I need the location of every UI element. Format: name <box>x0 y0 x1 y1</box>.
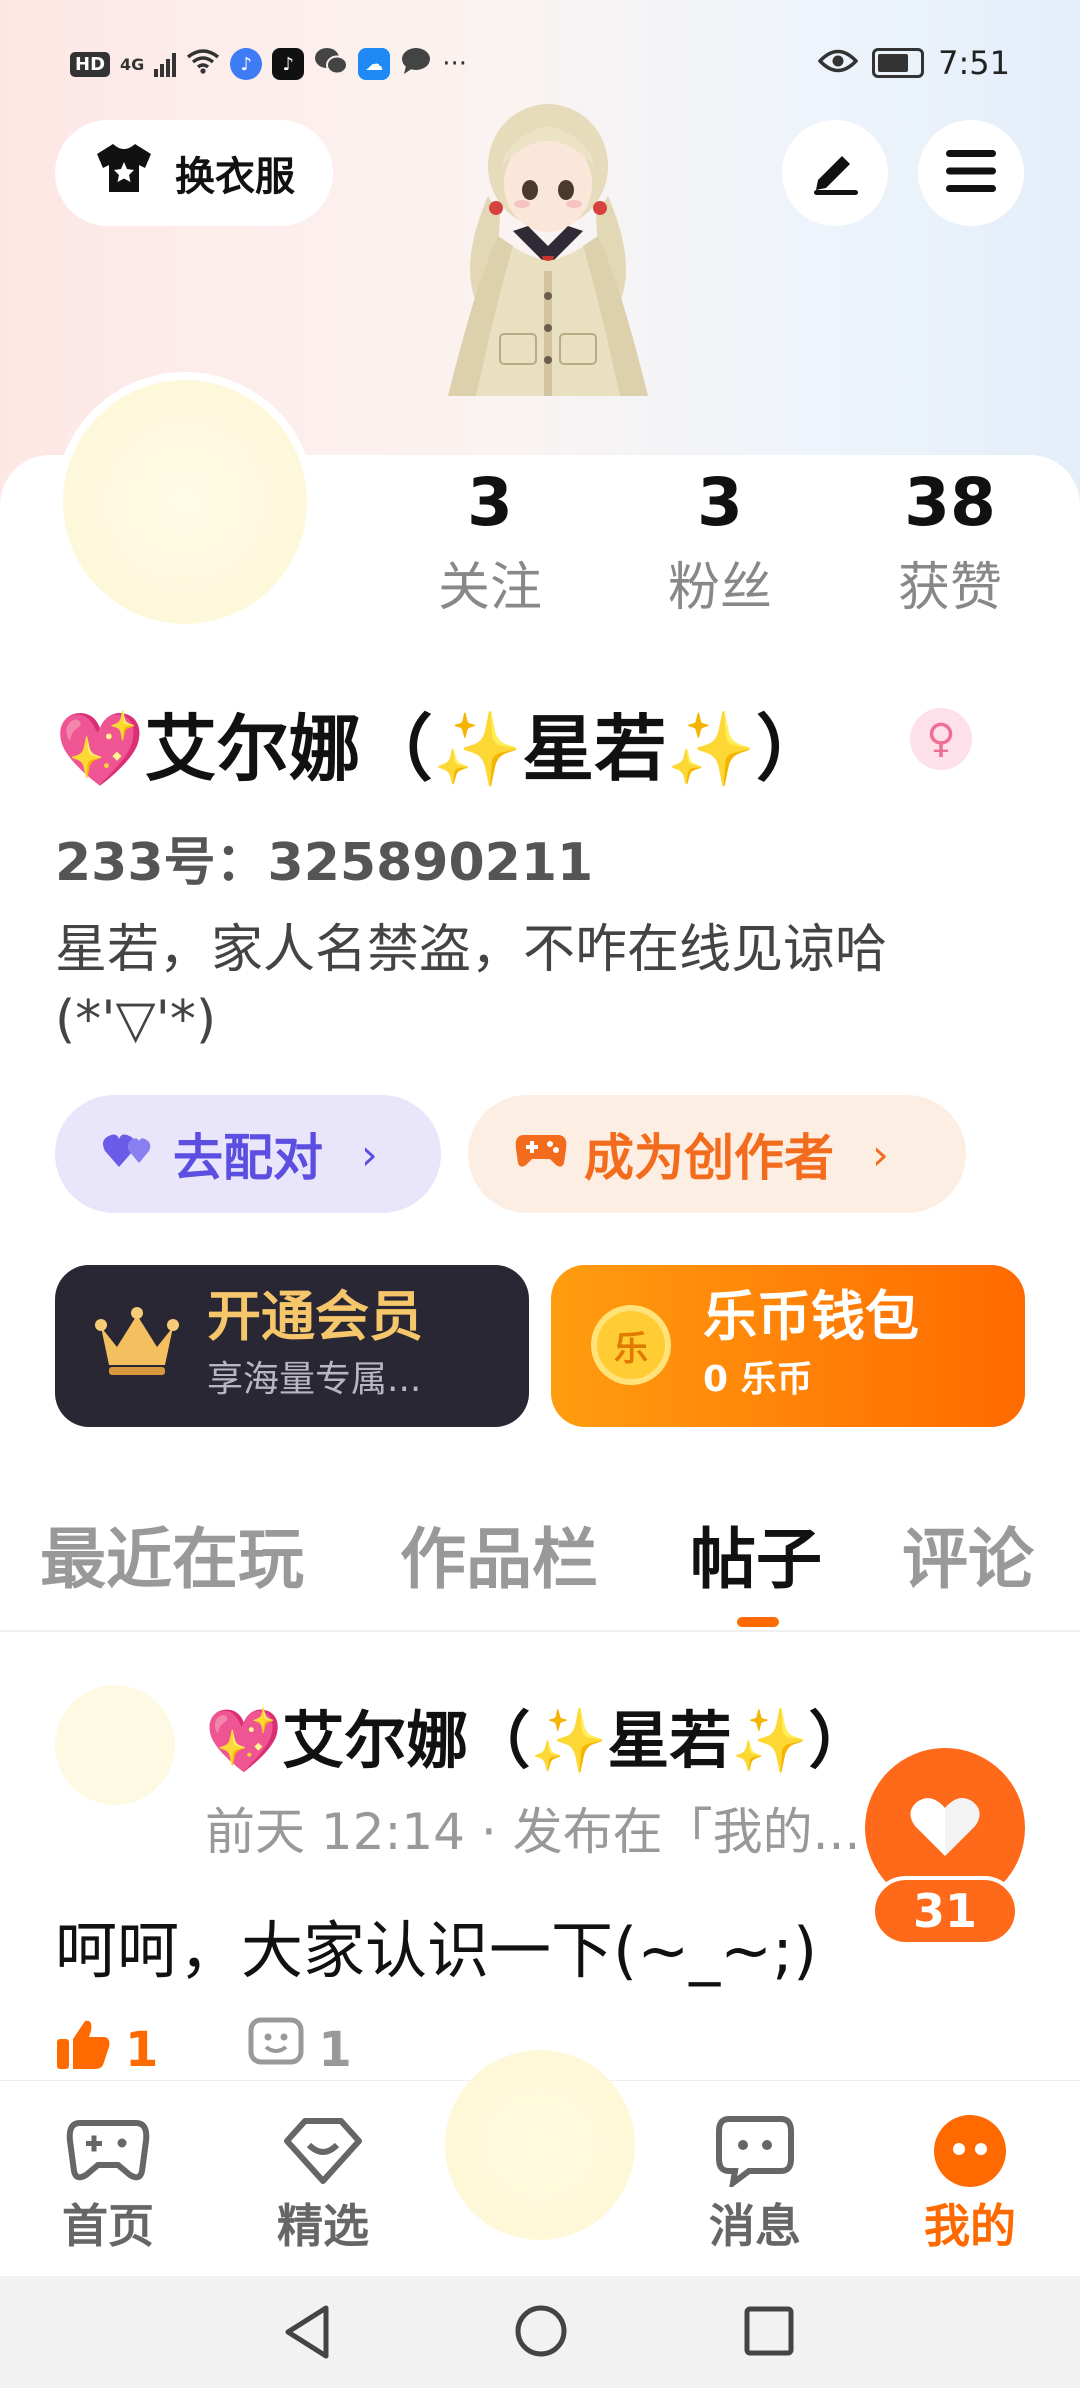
wallet-balance: 0 乐币 <box>703 1359 813 1400</box>
cloud-app-icon: ☁ <box>358 48 391 80</box>
profile-name: 💖艾尔娜（✨星若✨） <box>55 707 828 791</box>
floating-like-count: 31 <box>871 1876 1019 1946</box>
coin-wallet-card[interactable]: 乐 乐币钱包 0 乐币 <box>551 1265 1025 1427</box>
stat-likes[interactable]: 38 获赞 <box>850 458 1050 628</box>
vip-title: 开通会员 <box>207 1285 423 1348</box>
nav-home[interactable]: 首页 <box>28 2111 188 2261</box>
gamepad-icon <box>514 1125 568 1183</box>
music-app-icon: ♪ <box>230 48 263 80</box>
change-outfit-label: 换衣服 <box>175 154 295 200</box>
tab-posts[interactable]: 帖子 <box>690 1510 822 1610</box>
creator-chevron-icon: › <box>872 1129 889 1179</box>
fans-count: 3 <box>697 464 743 541</box>
nav-featured-label: 精选 <box>277 2199 369 2253</box>
stat-following[interactable]: 3 关注 <box>390 458 590 628</box>
home-icon[interactable] <box>514 2304 568 2362</box>
nav-messages[interactable]: 消息 <box>675 2111 835 2261</box>
avatar-character-illustration <box>418 96 678 456</box>
chat-bubble-nav-icon <box>675 2111 835 2191</box>
eye-icon <box>817 44 859 82</box>
tiktok-app-icon: ♪ <box>272 48 305 80</box>
wifi-icon <box>186 48 220 80</box>
user-id[interactable]: 233号：325890211 <box>55 820 593 895</box>
wallet-title: 乐币钱包 <box>703 1285 919 1348</box>
tabs-divider <box>0 1630 1080 1632</box>
profile-tabs: 最近在玩 作品栏 帖子 评论 <box>0 1510 1080 1630</box>
nav-home-label: 首页 <box>62 2199 154 2253</box>
signal-icon <box>154 51 177 77</box>
vip-subtitle: 享海量专属... <box>207 1359 422 1400</box>
profile-bio: 星若，家人名禁盗，不咋在线见谅哈(*'▽'*) <box>55 920 888 1050</box>
hearts-icon <box>101 1125 157 1183</box>
heart-icon <box>909 1794 981 1862</box>
post-like-button[interactable]: 1 <box>55 2020 158 2080</box>
become-creator-label: 成为创作者 <box>584 1129 834 1187</box>
post-content[interactable]: 呵呵，大家认识一下(~_~;) <box>55 1900 817 1990</box>
change-outfit-button[interactable]: 换衣服 <box>55 120 333 226</box>
hd-indicator: HD <box>70 51 111 77</box>
likes-count: 38 <box>904 464 996 541</box>
post-author-avatar[interactable] <box>55 1685 175 1805</box>
following-count: 3 <box>467 464 513 541</box>
back-icon[interactable] <box>282 2304 332 2364</box>
post-meta: 前天 12:14 · 发布在「我的... <box>205 1803 861 1861</box>
nav-featured[interactable]: 精选 <box>243 2111 403 2261</box>
post-author-name[interactable]: 💖艾尔娜（✨星若✨） <box>205 1690 871 1780</box>
wechat-app-icon <box>314 46 349 82</box>
thumbs-up-icon <box>55 2017 111 2083</box>
recent-apps-icon[interactable] <box>744 2306 794 2360</box>
active-tab-indicator <box>737 1617 779 1627</box>
status-right: 7:51 <box>817 44 1010 82</box>
post-actions: 1 1 <box>55 2017 352 2083</box>
center-avatar-button[interactable] <box>445 2050 635 2240</box>
floating-like-button[interactable]: 31 <box>865 1748 1025 1948</box>
become-creator-button[interactable]: 成为创作者 › <box>468 1095 966 1213</box>
status-left: HD 4G ♪ ♪ ☁ ··· <box>70 46 467 82</box>
smiley-nav-icon <box>890 2111 1050 2191</box>
fans-label: 粉丝 <box>667 558 772 618</box>
system-navigation-bar <box>0 2276 1080 2388</box>
crown-icon <box>95 1307 179 1383</box>
post-comment-button[interactable]: 1 <box>248 2017 352 2083</box>
gamepad-nav-icon <box>28 2111 188 2191</box>
stat-fans[interactable]: 3 粉丝 <box>620 458 820 628</box>
match-label: 去配对 <box>173 1129 323 1187</box>
tab-recently-played[interactable]: 最近在玩 <box>40 1510 304 1610</box>
vip-membership-card[interactable]: 开通会员 享海量专属... <box>55 1265 529 1427</box>
comment-icon <box>248 2017 304 2083</box>
menu-button[interactable] <box>918 120 1024 226</box>
following-label: 关注 <box>437 558 542 618</box>
female-gender-icon: ♀ <box>910 708 972 770</box>
more-notifications: ··· <box>442 49 468 79</box>
message-app-icon <box>400 46 432 82</box>
tab-comments[interactable]: 评论 <box>902 1510 1034 1610</box>
clock: 7:51 <box>938 44 1010 82</box>
nav-me[interactable]: 我的 <box>890 2111 1050 2261</box>
nav-me-label: 我的 <box>924 2199 1016 2253</box>
tshirt-icon <box>93 140 155 206</box>
heart-box-nav-icon <box>243 2111 403 2191</box>
edit-profile-button[interactable] <box>782 120 888 226</box>
profile-avatar[interactable] <box>55 372 315 632</box>
likes-label: 获赞 <box>897 558 1002 618</box>
hamburger-menu-icon <box>944 148 998 198</box>
battery-icon <box>872 48 925 78</box>
match-button[interactable]: 去配对 › <box>55 1095 441 1213</box>
pen-icon <box>808 146 862 200</box>
post-comment-count: 1 <box>318 2022 352 2078</box>
nav-messages-label: 消息 <box>709 2199 801 2253</box>
network-indicator: 4G <box>120 54 145 74</box>
post-like-count: 1 <box>125 2022 159 2078</box>
match-chevron-icon: › <box>361 1129 378 1179</box>
tab-works[interactable]: 作品栏 <box>400 1510 598 1610</box>
coin-icon: 乐 <box>591 1305 671 1385</box>
